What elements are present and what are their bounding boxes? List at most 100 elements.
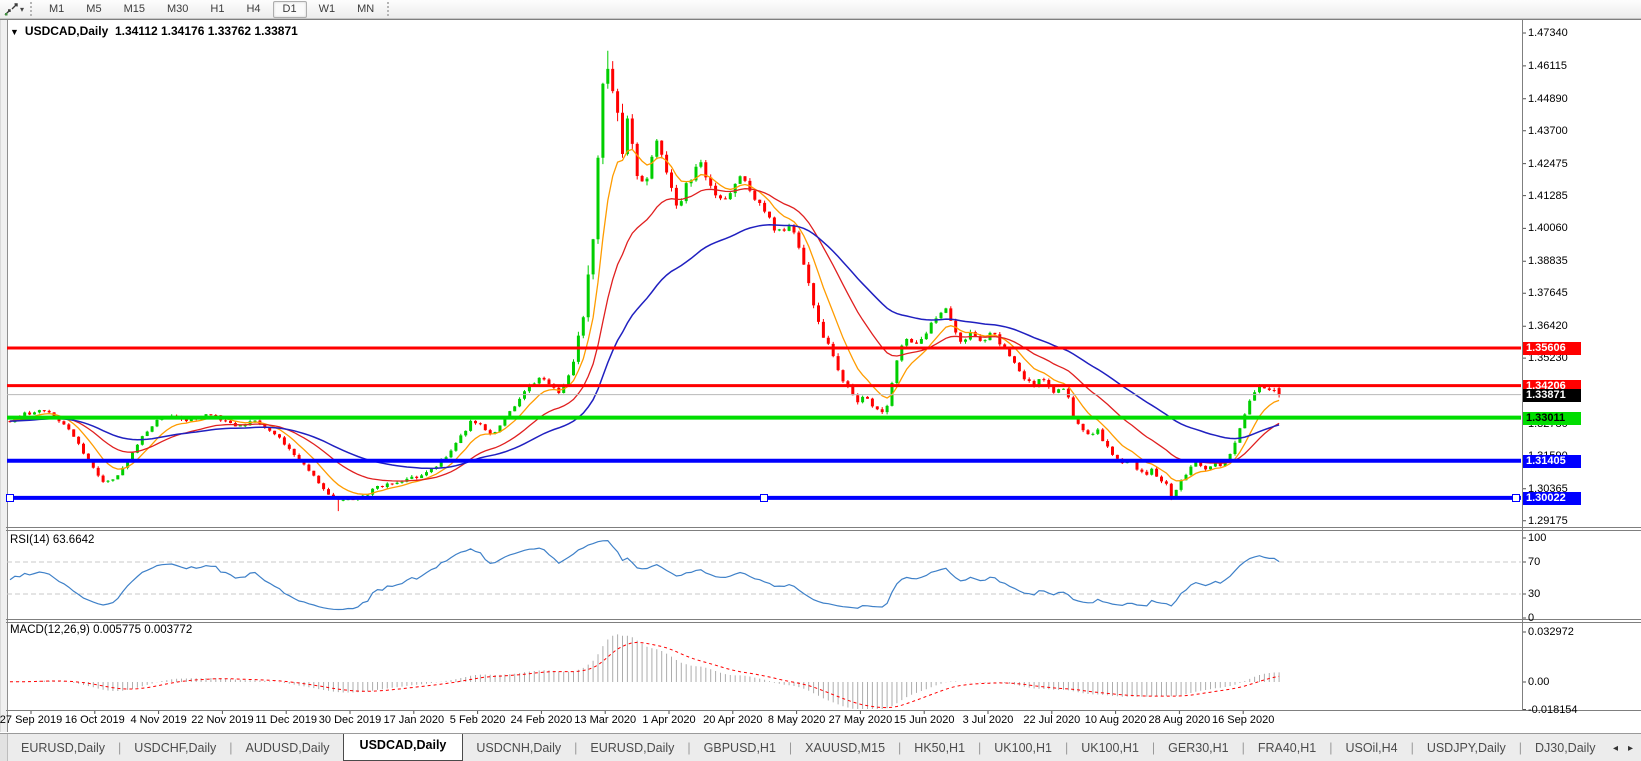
timeframe-button-h1[interactable]: H1 bbox=[200, 1, 234, 18]
dropdown-caret-icon[interactable]: ▾ bbox=[20, 5, 24, 14]
rsi-axis-tick-label: 70 bbox=[1528, 556, 1540, 568]
price-axis-tick-label: 1.42475 bbox=[1528, 158, 1568, 170]
price-axis-tick-label: 1.46115 bbox=[1528, 60, 1567, 72]
rsi-axis-tick-label: 30 bbox=[1528, 588, 1540, 600]
rsi-pane bbox=[7, 541, 1521, 610]
tab-eurusd-daily[interactable]: EURUSD,Daily bbox=[8, 736, 118, 760]
price-tag-1.33871: 1.33871 bbox=[1523, 389, 1581, 402]
tabbar-grip[interactable] bbox=[0, 734, 8, 761]
bullish-candle-bodies bbox=[13, 69, 1261, 501]
tab-usdcnh-daily[interactable]: USDCNH,Daily bbox=[463, 736, 574, 760]
rsi-axis-tick-label: 100 bbox=[1528, 532, 1546, 544]
date-axis-label: 20 Apr 2020 bbox=[703, 714, 762, 726]
macd-signal-line bbox=[10, 642, 1279, 707]
tab-eurusd-daily[interactable]: EURUSD,Daily bbox=[577, 736, 687, 760]
chart-tabs-bar: EURUSD,Daily|USDCHF,Daily|AUDUSD,DailyUS… bbox=[0, 733, 1641, 761]
date-axis-label: 16 Oct 2019 bbox=[65, 714, 125, 726]
symbol-period-label: USDCAD,Daily bbox=[25, 24, 108, 38]
timeframe-button-m1[interactable]: M1 bbox=[39, 1, 74, 18]
timeframe-button-w1[interactable]: W1 bbox=[309, 1, 346, 18]
date-axis-label: 11 Dec 2019 bbox=[255, 714, 317, 726]
price-axis-tick-label: 1.29175 bbox=[1528, 515, 1568, 527]
tab-usdcad-daily[interactable]: USDCAD,Daily bbox=[343, 734, 464, 761]
price-axis-tick-label: 1.44890 bbox=[1528, 93, 1568, 105]
date-axis-label: 28 Aug 2020 bbox=[1148, 714, 1210, 726]
tab-xauusd-m15[interactable]: XAUUSD,M15 bbox=[792, 736, 898, 760]
price-tag-1.33011: 1.33011 bbox=[1523, 412, 1581, 425]
tab-fra40-h1[interactable]: FRA40,H1 bbox=[1245, 736, 1329, 760]
tab-uk100-h1[interactable]: UK100,H1 bbox=[1068, 736, 1152, 760]
macd-pane bbox=[10, 634, 1279, 709]
ohlc-values: 1.34112 1.34176 1.33762 1.33871 bbox=[115, 24, 298, 38]
pane-separator[interactable] bbox=[6, 622, 1641, 623]
date-axis-label: 27 Sep 2019 bbox=[0, 714, 62, 726]
price-axis-tick-label: 1.37645 bbox=[1528, 287, 1568, 299]
tab-usdchf-daily[interactable]: USDCHF,Daily bbox=[121, 736, 229, 760]
price-axis-tick-label: 1.38835 bbox=[1528, 255, 1568, 267]
tab-audusd-daily[interactable]: AUDUSD,Daily bbox=[233, 736, 343, 760]
trendline-handle[interactable] bbox=[6, 494, 14, 502]
price-tag-1.35606: 1.35606 bbox=[1523, 342, 1581, 355]
axis-tick-marks bbox=[31, 33, 1526, 714]
price-axis-tick-label: 1.47340 bbox=[1528, 27, 1568, 39]
window-border bbox=[0, 19, 1641, 20]
collapse-arrow-icon[interactable]: ▼ bbox=[10, 27, 19, 37]
chart-title: ▼ USDCAD,Daily 1.34112 1.34176 1.33762 1.… bbox=[10, 24, 298, 38]
toolbar-grip[interactable] bbox=[30, 2, 32, 16]
pane-separator[interactable] bbox=[6, 530, 1641, 531]
price-tag-1.30022: 1.30022 bbox=[1523, 492, 1581, 505]
scroll-right-icon[interactable]: ▸ bbox=[1628, 743, 1633, 754]
date-axis-label: 13 Mar 2020 bbox=[574, 714, 636, 726]
macd-indicator-label: MACD(12,26,9) 0.005775 0.003772 bbox=[10, 624, 192, 636]
timeframe-button-h4[interactable]: H4 bbox=[236, 1, 270, 18]
date-axis-label: 15 Jun 2020 bbox=[894, 714, 955, 726]
chart-window: ▼ USDCAD,Daily 1.34112 1.34176 1.33762 1.… bbox=[0, 19, 1641, 732]
pane-separator[interactable] bbox=[6, 527, 1641, 528]
toolbar-grip[interactable] bbox=[387, 2, 389, 16]
tab-gbpusd-h1[interactable]: GBPUSD,H1 bbox=[691, 736, 789, 760]
tab-usoil-h4[interactable]: USOil,H4 bbox=[1332, 736, 1410, 760]
price-pane bbox=[7, 51, 1521, 511]
bearish-candle-wicks bbox=[10, 61, 1279, 511]
tab-dj30-daily[interactable]: DJ30,Daily bbox=[1522, 736, 1605, 760]
timeframe-button-mn[interactable]: MN bbox=[347, 1, 384, 18]
bearish-candle-bodies bbox=[9, 69, 1281, 500]
ma-mid-line bbox=[10, 189, 1279, 481]
date-axis-label: 5 Feb 2020 bbox=[450, 714, 506, 726]
price-tag-1.31405: 1.31405 bbox=[1523, 455, 1581, 468]
date-axis-label: 16 Sep 2020 bbox=[1212, 714, 1274, 726]
date-axis-label: 10 Aug 2020 bbox=[1085, 714, 1147, 726]
timeframe-button-d1[interactable]: D1 bbox=[273, 1, 307, 18]
tab-usdjpy-daily[interactable]: USDJPY,Daily bbox=[1414, 736, 1519, 760]
date-axis-label: 22 Jul 2020 bbox=[1023, 714, 1080, 726]
timeframe-button-m5[interactable]: M5 bbox=[76, 1, 111, 18]
date-axis-label: 4 Nov 2019 bbox=[130, 714, 186, 726]
timeframe-button-m30[interactable]: M30 bbox=[157, 1, 198, 18]
price-axis-tick-label: 1.43700 bbox=[1528, 125, 1568, 137]
date-axis-label: 8 May 2020 bbox=[768, 714, 825, 726]
date-axis-label: 27 May 2020 bbox=[829, 714, 893, 726]
pane-separator[interactable] bbox=[6, 619, 1641, 620]
chart-cursor-icon[interactable] bbox=[2, 1, 20, 17]
pane-separator bbox=[6, 710, 1641, 711]
tab-ger30-h1[interactable]: GER30,H1 bbox=[1155, 736, 1241, 760]
scroll-left-icon[interactable]: ◂ bbox=[1613, 743, 1618, 754]
trendline-handle[interactable] bbox=[1512, 494, 1520, 502]
trendline-handle[interactable] bbox=[760, 494, 768, 502]
date-axis-label: 1 Apr 2020 bbox=[642, 714, 695, 726]
rsi-line bbox=[10, 541, 1279, 610]
price-axis-tick-label: 1.41285 bbox=[1528, 190, 1568, 202]
macd-axis-tick-label: 0.00 bbox=[1528, 676, 1549, 688]
macd-axis-tick-label: -0.018154 bbox=[1528, 704, 1578, 716]
chart-tabs: EURUSD,Daily|USDCHF,Daily|AUDUSD,DailyUS… bbox=[8, 734, 1605, 761]
macd-axis-tick-label: 0.032972 bbox=[1528, 626, 1574, 638]
timeframe-toolbar: ▾ M1M5M15M30H1H4D1W1MN bbox=[0, 0, 1641, 19]
rsi-axis-tick-label: 0 bbox=[1528, 612, 1534, 624]
bullish-candle-wicks bbox=[15, 51, 1260, 502]
timeframe-button-m15[interactable]: M15 bbox=[114, 1, 155, 18]
mt4-window: ▾ M1M5M15M30H1H4D1W1MN ▼ USDCAD,Daily 1.3… bbox=[0, 0, 1641, 761]
price-axis-tick-label: 1.36420 bbox=[1528, 320, 1568, 332]
date-axis-label: 3 Jul 2020 bbox=[963, 714, 1014, 726]
tab-hk50-h1[interactable]: HK50,H1 bbox=[901, 736, 978, 760]
tab-uk100-h1[interactable]: UK100,H1 bbox=[981, 736, 1065, 760]
